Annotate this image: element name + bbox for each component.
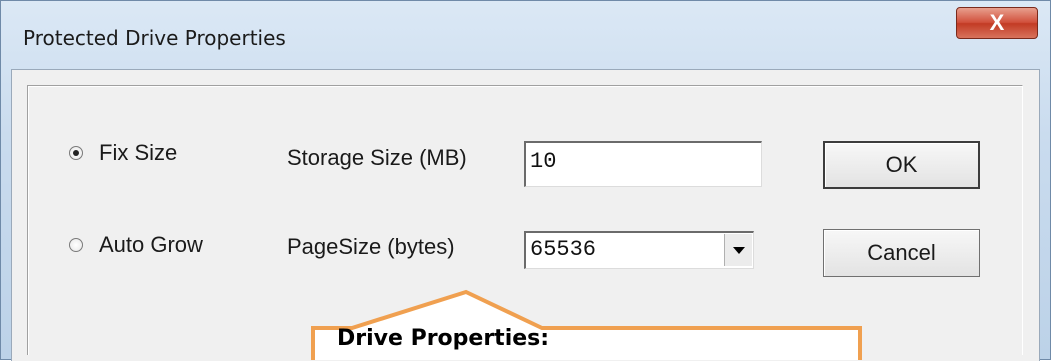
callout-box <box>311 289 862 360</box>
callout-title: Drive Properties: <box>337 326 550 351</box>
